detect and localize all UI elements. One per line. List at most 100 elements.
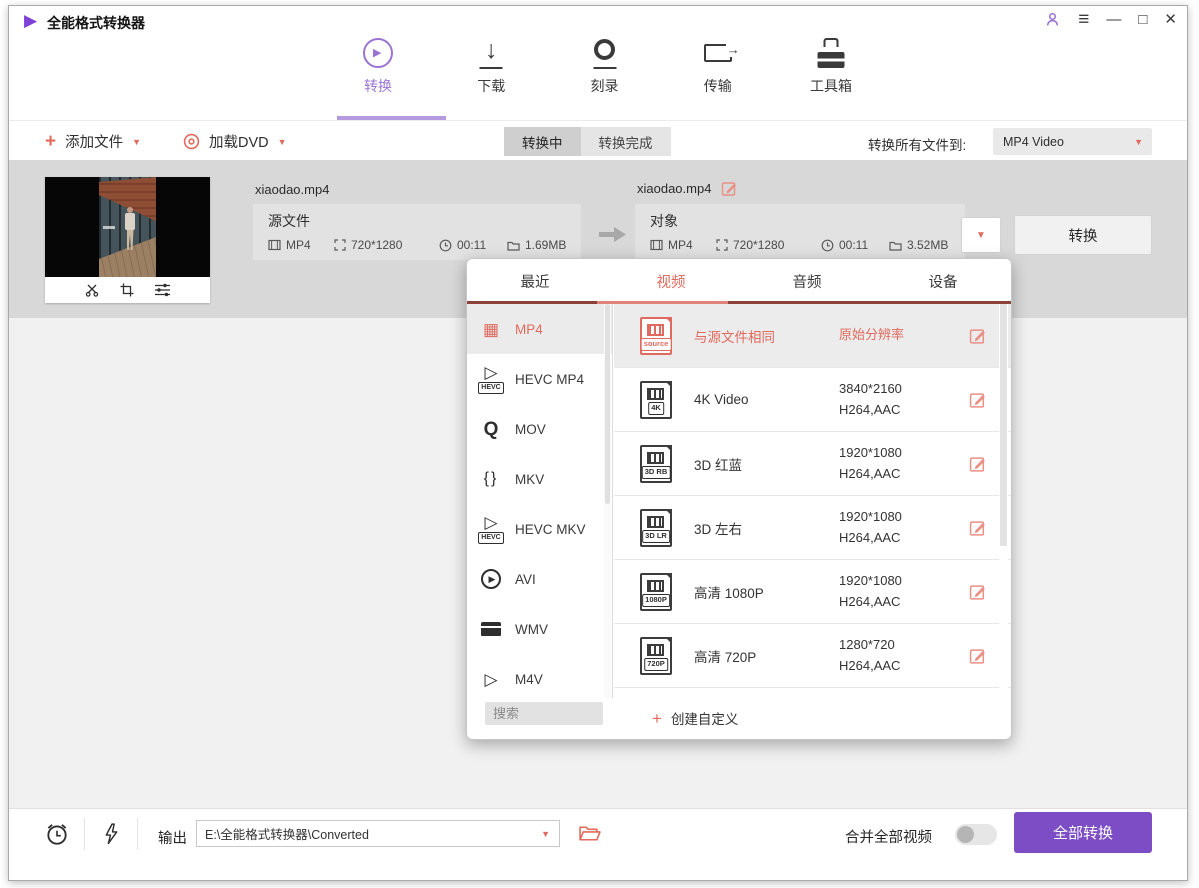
convert-all-button[interactable]: 全部转换 xyxy=(1014,812,1152,853)
rename-edit-icon[interactable] xyxy=(721,180,738,197)
preset-row[interactable]: 3D LR 3D 左右 1920*1080 H264,AAC xyxy=(614,496,1012,560)
search-input[interactable] xyxy=(485,702,603,725)
preset-resolution: 原始分辨率 xyxy=(839,325,969,345)
nav-divider xyxy=(9,120,1187,121)
merge-toggle[interactable] xyxy=(955,824,997,845)
nav-tab-icon xyxy=(813,34,849,72)
divider xyxy=(137,818,138,850)
schedule-alarm-icon[interactable] xyxy=(44,821,70,847)
preset-edit-icon[interactable] xyxy=(969,583,987,601)
nav-tab[interactable]: 转换 xyxy=(332,34,424,96)
nav-tab[interactable]: 刻录 xyxy=(559,34,651,96)
preset-edit-icon[interactable] xyxy=(969,391,987,409)
format-item[interactable]: WMV xyxy=(467,604,612,654)
popup-footer: + 创建自定义 xyxy=(467,698,1011,738)
format-popup-tab[interactable]: 设备 xyxy=(875,259,1011,304)
target-format: MP4 xyxy=(668,238,693,252)
format-item[interactable]: ▷ HEVC HEVC MP4 xyxy=(467,354,612,404)
format-popup-tab[interactable]: 视频 xyxy=(603,259,739,304)
format-popup-tab[interactable]: 音频 xyxy=(739,259,875,304)
output-format-dropdown[interactable]: MP4 Video ▼ xyxy=(993,128,1152,155)
preset-codec: H264,AAC xyxy=(839,400,969,420)
format-item[interactable]: ▷ HEVC HEVC MKV xyxy=(467,504,612,554)
format-popup-tabs: 最近 视频 音频 设备 xyxy=(467,259,1011,304)
format-label: WMV xyxy=(515,622,548,637)
nav-tab[interactable]: 工具箱 xyxy=(785,34,877,96)
preset-name: 与源文件相同 xyxy=(694,326,839,346)
plus-icon: + xyxy=(45,132,56,151)
preset-edit-icon[interactable] xyxy=(969,455,987,473)
film-icon xyxy=(650,239,663,251)
chevron-down-icon[interactable]: ▼ xyxy=(541,829,559,839)
chevron-down-icon: ▼ xyxy=(132,137,141,147)
format-item[interactable]: ▷ M4V xyxy=(467,654,612,698)
load-dvd-button[interactable]: 加载DVD ▼ xyxy=(183,131,287,152)
video-thumbnail[interactable] xyxy=(45,177,210,277)
performance-lightning-icon[interactable] xyxy=(99,821,124,846)
preset-codec: H264,AAC xyxy=(839,528,969,548)
create-custom-button[interactable]: + 创建自定义 xyxy=(652,708,738,728)
source-duration: 00:11 xyxy=(457,238,486,252)
preset-row[interactable]: 720P 高清 720P 1280*720 H264,AAC xyxy=(614,624,1012,688)
target-resolution: 720*1280 xyxy=(733,238,784,252)
format-chooser-popup: 最近 视频 音频 设备 ▦ MP4 xyxy=(466,258,1012,740)
preset-edit-icon[interactable] xyxy=(969,647,987,665)
nav-tab-label: 转换 xyxy=(364,76,392,96)
create-custom-label: 创建自定义 xyxy=(671,708,739,728)
preset-row[interactable]: 3D RB 3D 红蓝 1920*1080 H264,AAC xyxy=(614,432,1012,496)
preset-list-scrollbar[interactable] xyxy=(999,304,1008,698)
format-label: M4V xyxy=(515,672,543,687)
nav-tab[interactable]: 下载 xyxy=(445,34,537,96)
nav-tab[interactable]: 传输 xyxy=(672,34,764,96)
window-controls: ≡ — □ ✕ xyxy=(1044,10,1177,29)
format-icon: ▷ HEVC xyxy=(467,364,515,393)
account-icon[interactable] xyxy=(1044,11,1061,28)
trim-scissors-icon[interactable] xyxy=(84,282,100,298)
format-list-scrollbar[interactable] xyxy=(604,304,611,698)
preset-codec: H264,AAC xyxy=(839,464,969,484)
target-box-title: 对象 xyxy=(650,211,965,231)
preset-edit-icon[interactable] xyxy=(969,327,987,345)
output-path-input[interactable] xyxy=(197,827,541,841)
format-item[interactable]: {} MKV xyxy=(467,454,612,504)
preset-list: source 与源文件相同 原始分辨率 4K xyxy=(614,304,1012,698)
preset-row[interactable]: 1080P 高清 1080P 1920*1080 H264,AAC xyxy=(614,560,1012,624)
minimize-icon[interactable]: — xyxy=(1106,12,1121,27)
format-label: HEVC MKV xyxy=(515,522,586,537)
convert-row-button[interactable]: 转换 xyxy=(1014,215,1152,255)
preset-row[interactable]: source 与源文件相同 原始分辨率 xyxy=(614,304,1012,368)
divider xyxy=(84,818,85,850)
maximize-icon[interactable]: □ xyxy=(1138,12,1147,27)
preset-file-icon: 3D LR xyxy=(640,509,672,547)
preset-resolution: 1920*1080 xyxy=(839,571,969,591)
format-item[interactable]: ▶ AVI xyxy=(467,554,612,604)
preset-resolution: 1280*720 xyxy=(839,635,969,655)
menu-icon[interactable]: ≡ xyxy=(1078,10,1089,29)
open-folder-icon[interactable] xyxy=(578,824,601,843)
convert-status-tabs: 转换中 转换完成 xyxy=(504,127,671,156)
format-popup-tab[interactable]: 最近 xyxy=(467,259,603,304)
format-icon: ▦ xyxy=(467,321,515,338)
format-item[interactable]: Q MOV xyxy=(467,404,612,454)
crop-icon[interactable] xyxy=(119,282,135,298)
target-format-dropdown-button[interactable]: ▼ xyxy=(961,217,1001,253)
preset-row[interactable]: 4K 4K Video 3840*2160 H264,AAC xyxy=(614,368,1012,432)
nav-tab-label: 刻录 xyxy=(591,76,619,96)
output-format-value: MP4 Video xyxy=(1003,135,1064,149)
format-icon: {} xyxy=(467,471,515,487)
source-info-box: 源文件 MP4 720*1280 00:11 1.69MB xyxy=(253,204,581,260)
target-duration: 00:11 xyxy=(839,238,868,252)
source-box-title: 源文件 xyxy=(268,211,581,231)
tab-converted[interactable]: 转换完成 xyxy=(581,127,671,156)
source-format: MP4 xyxy=(286,238,311,252)
close-icon[interactable]: ✕ xyxy=(1164,12,1177,27)
preset-resolution: 1920*1080 xyxy=(839,443,969,463)
nav-tab-icon xyxy=(360,34,396,72)
preset-edit-icon[interactable] xyxy=(969,519,987,537)
effects-sliders-icon[interactable] xyxy=(154,282,171,298)
add-files-button[interactable]: + 添加文件 ▼ xyxy=(45,131,141,152)
tab-converting[interactable]: 转换中 xyxy=(504,127,581,156)
format-list: ▦ MP4 ▷ HEVC HEVC MP4 Q xyxy=(467,304,613,698)
resolution-icon xyxy=(334,239,346,251)
format-item[interactable]: ▦ MP4 xyxy=(467,304,612,354)
